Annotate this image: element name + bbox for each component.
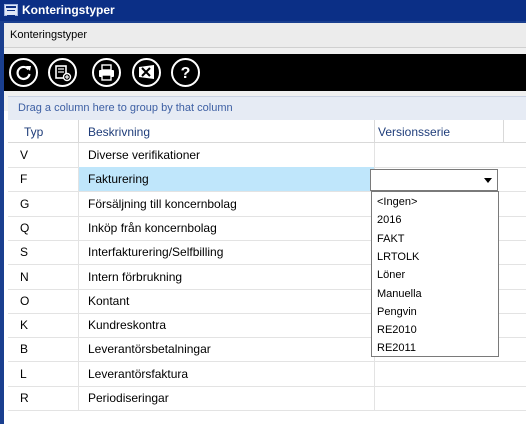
table-row[interactable]: L Leverantörsfaktura (8, 361, 526, 387)
cell-typ[interactable]: G (20, 197, 29, 211)
cell-beskrivning[interactable]: Periodiseringar (88, 391, 169, 405)
panel-header: Konteringstyper (4, 23, 526, 48)
dropdown-option[interactable]: LRTOLK (377, 251, 419, 263)
cell-divider (78, 337, 79, 362)
column-divider[interactable] (78, 120, 79, 142)
cell-typ[interactable]: N (20, 270, 29, 284)
help-icon: ? (181, 65, 191, 82)
print-button[interactable] (92, 58, 121, 87)
cell-typ[interactable]: F (20, 172, 27, 186)
cell-divider (78, 143, 79, 167)
export-excel-icon (139, 65, 154, 79)
cell-beskrivning[interactable]: Kontant (88, 294, 129, 308)
cell-typ[interactable]: K (20, 318, 28, 332)
cell-beskrivning[interactable]: Kundreskontra (88, 318, 166, 332)
help-button[interactable]: ? (171, 58, 200, 87)
cell-beskrivning[interactable]: Försäljning till koncernbolag (88, 197, 237, 211)
refresh-button[interactable] (9, 58, 38, 87)
cell-divider (78, 361, 79, 386)
cell-divider (78, 288, 79, 313)
cell-divider (374, 143, 375, 167)
toolbar-strip: ? (4, 54, 526, 91)
dropdown-option[interactable]: RE2010 (377, 324, 417, 336)
dropdown-option[interactable]: Pengvin (377, 306, 417, 318)
cell-typ[interactable]: R (20, 391, 29, 405)
grid-header: Typ Beskrivning Versionsserie (8, 120, 526, 143)
cell-divider (78, 167, 79, 192)
refresh-icon (16, 65, 31, 81)
cell-beskrivning[interactable]: Leverantörsfaktura (88, 367, 188, 381)
cell-typ[interactable]: S (20, 245, 28, 259)
cell-divider (78, 215, 79, 240)
column-header-beskrivning[interactable]: Beskrivning (88, 125, 150, 139)
new-record-icon (55, 65, 72, 82)
export-excel-button[interactable] (132, 58, 161, 87)
column-header-typ[interactable]: Typ (24, 125, 43, 139)
cell-typ[interactable]: Q (20, 221, 29, 235)
new-record-button[interactable] (48, 58, 77, 87)
cell-beskrivning[interactable]: Fakturering (88, 172, 149, 186)
cell-beskrivning[interactable]: Interfakturering/Selfbilling (88, 245, 223, 259)
versionsserie-dropdown-list: <Ingen> 2016 FAKT LRTOLK Löner Manuella Pengvi… (371, 191, 499, 357)
cell-beskrivning[interactable]: Inköp från koncernbolag (88, 221, 217, 235)
cell-typ[interactable]: V (20, 148, 28, 162)
cell-divider (78, 313, 79, 338)
table-row[interactable]: V Diverse verifikationer (8, 143, 526, 168)
window-title: Konteringstyper (22, 3, 115, 17)
cell-divider (374, 361, 375, 386)
dropdown-option[interactable]: Manuella (377, 288, 422, 300)
column-divider[interactable] (503, 120, 504, 142)
print-icon (99, 64, 114, 81)
versionsserie-combobox[interactable] (370, 169, 498, 191)
table-row[interactable]: R Periodiseringar (8, 386, 526, 411)
chevron-down-icon[interactable] (479, 170, 497, 190)
window-title-bar: Konteringstyper (0, 0, 526, 21)
cell-typ[interactable]: B (20, 342, 28, 356)
cell-beskrivning[interactable]: Leverantörsbetalningar (88, 342, 211, 356)
group-by-hint: Drag a column here to group by that colu… (18, 102, 233, 114)
cell-beskrivning[interactable]: Intern förbrukning (88, 270, 182, 284)
cell-divider (78, 191, 79, 216)
panel-title: Konteringstyper (10, 29, 88, 41)
dropdown-option[interactable]: <Ingen> (377, 196, 417, 208)
dropdown-option[interactable]: Löner (377, 269, 405, 281)
group-by-panel[interactable]: Drag a column here to group by that colu… (8, 96, 526, 120)
dropdown-option[interactable]: 2016 (377, 214, 401, 226)
column-header-versionsserie[interactable]: Versionsserie (378, 125, 450, 139)
cell-divider (78, 240, 79, 265)
cell-divider (78, 264, 79, 289)
dropdown-option[interactable]: FAKT (377, 233, 405, 245)
cell-divider (78, 386, 79, 410)
cell-typ[interactable]: O (20, 294, 29, 308)
app-window-icon (4, 4, 18, 16)
cell-beskrivning[interactable]: Diverse verifikationer (88, 148, 200, 162)
column-divider[interactable] (374, 120, 375, 142)
svg-text:?: ? (181, 65, 191, 82)
dropdown-option[interactable]: RE2011 (377, 342, 416, 354)
cell-typ[interactable]: L (20, 367, 27, 381)
cell-divider (374, 386, 375, 410)
